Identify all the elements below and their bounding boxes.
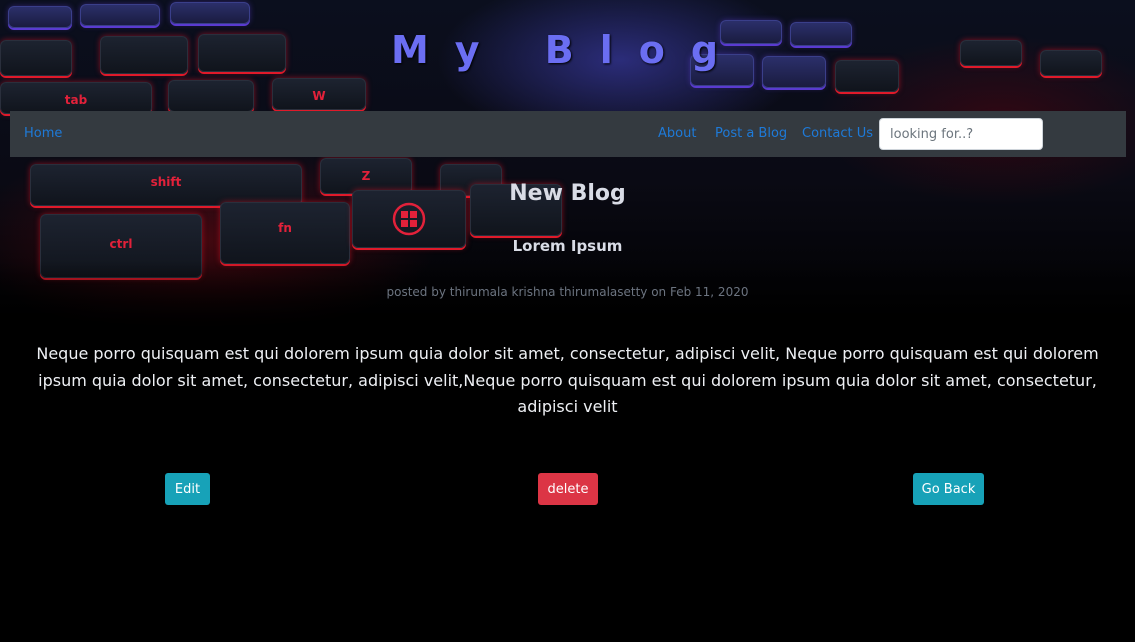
keyboard-key [170, 2, 250, 24]
w-key-label: W [312, 89, 326, 103]
post-title: New Blog [509, 181, 626, 206]
navbar: Home About Post a Blog Contact Us [10, 111, 1126, 157]
nav-home-link[interactable]: Home [24, 126, 62, 141]
site-title: My Blog [390, 28, 745, 72]
keyboard-key [168, 80, 254, 112]
post-meta: posted by thirumala krishna thirumalaset… [386, 285, 749, 299]
tab-key-label: tab [64, 93, 88, 107]
nav-about-link[interactable]: About [658, 126, 696, 141]
nav-post-blog-link[interactable]: Post a Blog [715, 126, 787, 141]
edit-button[interactable]: Edit [165, 473, 210, 505]
tab-key: tab [0, 82, 152, 114]
search-input[interactable] [879, 118, 1043, 150]
keyboard-key [80, 4, 160, 26]
post-body: Neque porro quisquam est qui dolorem ips… [36, 344, 1099, 416]
w-key: W [272, 78, 366, 110]
post-subtitle: Lorem Ipsum [512, 237, 623, 255]
blog-page: tab W shift Z ctrl fn My Blog Home About… [0, 0, 1135, 642]
fn-key-label: fn [278, 221, 292, 235]
keyboard-key [8, 6, 72, 28]
delete-button[interactable]: delete [538, 473, 598, 505]
go-back-button[interactable]: Go Back [913, 473, 984, 505]
nav-contact-link[interactable]: Contact Us [802, 126, 873, 141]
